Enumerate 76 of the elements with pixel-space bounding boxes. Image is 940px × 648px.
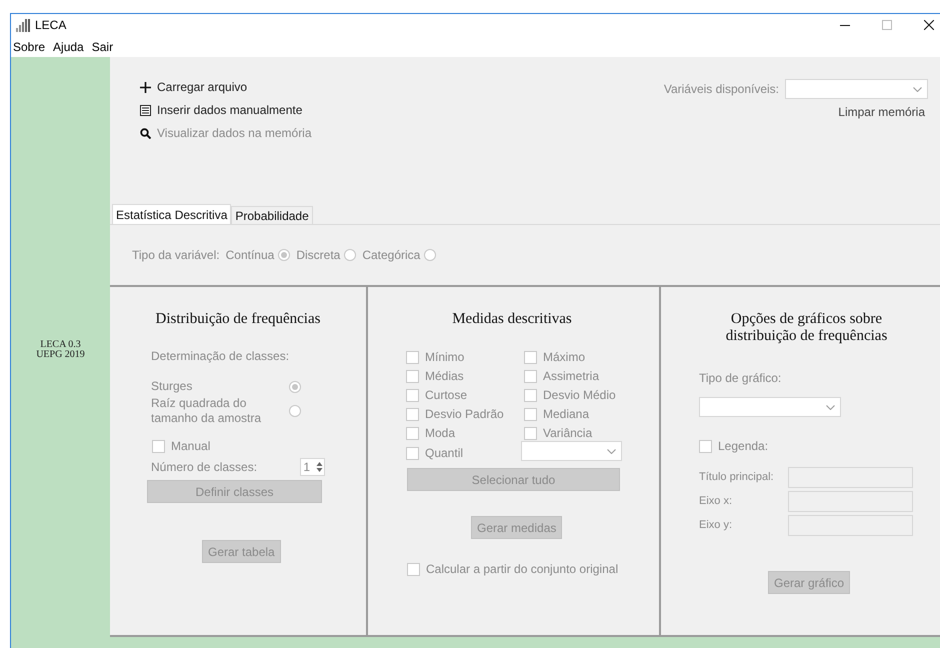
input-field[interactable] xyxy=(788,490,913,512)
radio-label: Discreta xyxy=(296,248,340,262)
chevron-down-icon xyxy=(913,86,922,92)
input-field[interactable] xyxy=(788,514,913,536)
checkbox[interactable] xyxy=(524,388,537,402)
chevron-down-icon xyxy=(826,404,835,410)
radio-label: Categórica xyxy=(362,248,420,262)
variables-label: Variáveis disponíveis: xyxy=(664,82,779,96)
checkbox[interactable] xyxy=(524,350,537,364)
checkbox[interactable] xyxy=(524,370,537,382)
checkbox-label: Manual xyxy=(171,439,210,453)
chart-type-label: Tipo de gráfico: xyxy=(699,371,782,385)
up-down-arrows-icon xyxy=(316,461,323,473)
checkbox-label: Legenda: xyxy=(718,439,768,453)
checkbox[interactable] xyxy=(524,408,537,420)
plus-icon xyxy=(140,82,151,92)
checkbox-label: Moda xyxy=(425,426,456,440)
dropdown[interactable] xyxy=(785,79,928,99)
menu-item[interactable]: Ajuda xyxy=(53,40,84,54)
checkbox-label: Desvio Padrão xyxy=(425,407,504,421)
panel-title: Medidas descritivas xyxy=(451,311,573,328)
chevron-down-icon xyxy=(607,448,616,454)
version-text: LECA 0.3 xyxy=(40,340,81,350)
checkbox-label: Médias xyxy=(425,369,464,383)
checkbox[interactable] xyxy=(524,426,537,440)
radio-button[interactable] xyxy=(289,380,301,392)
checkbox[interactable] xyxy=(699,440,712,452)
dropdown[interactable] xyxy=(521,441,622,461)
radio-label: Contínua xyxy=(226,248,274,262)
bar-chart-icon xyxy=(15,18,31,32)
checkbox[interactable] xyxy=(407,562,420,576)
clear-memory-link[interactable]: Limpar memória xyxy=(838,105,928,119)
menu-item[interactable]: Sair xyxy=(92,40,114,54)
checkbox[interactable] xyxy=(406,408,419,420)
close-icon xyxy=(924,20,934,30)
field-label: Eixo x: xyxy=(699,495,734,507)
list-icon xyxy=(140,104,151,116)
checkbox-label: Curtose xyxy=(425,388,468,402)
tab[interactable]: Estatística Descritiva xyxy=(112,204,232,224)
action-link[interactable]: Carregar arquivo xyxy=(140,79,312,95)
action-link[interactable]: Inserir dados manualmente xyxy=(140,102,312,118)
checkbox-label: Mínimo xyxy=(425,350,464,364)
checkbox[interactable] xyxy=(406,370,419,382)
radio-button[interactable] xyxy=(344,249,356,261)
checkbox-label: Mediana xyxy=(543,407,590,421)
class-count-label: Número de classes: xyxy=(151,460,258,474)
field-label: Eixo y: xyxy=(699,519,734,531)
radio-button[interactable] xyxy=(278,249,290,261)
checkbox-label: Máximo xyxy=(543,350,586,364)
checkbox-label: Desvio Médio xyxy=(543,388,616,402)
checkbox[interactable] xyxy=(406,350,419,364)
variable-type-label: Tipo da variável: xyxy=(132,248,220,262)
checkbox-label: Quantil xyxy=(425,446,464,460)
radio-button[interactable] xyxy=(289,405,301,417)
institution-text: UEPG 2019 xyxy=(36,350,85,360)
radio-button[interactable] xyxy=(424,249,436,261)
panel-title: Opções de gráficos sobre distribuição de frequências xyxy=(724,311,888,345)
maximize-icon xyxy=(882,20,892,30)
tab[interactable]: Probabilidade xyxy=(231,206,313,224)
menu-item[interactable]: Sobre xyxy=(13,40,46,54)
checkbox-label: Variância xyxy=(543,426,592,440)
dropdown[interactable] xyxy=(699,397,841,417)
field-label: Título principal: xyxy=(699,471,775,483)
input-field[interactable] xyxy=(788,466,913,488)
checkbox-label: Assimetria xyxy=(543,369,600,383)
classes-label: Determinação de classes: xyxy=(151,349,290,363)
panel-title: Distribuição de frequências xyxy=(154,311,322,328)
search-icon xyxy=(140,128,151,138)
checkbox[interactable] xyxy=(152,440,165,452)
checkbox[interactable] xyxy=(406,446,419,460)
checkbox[interactable] xyxy=(406,388,419,402)
window-title: LECA xyxy=(35,18,68,32)
radio-label: Sturges xyxy=(151,379,194,394)
radio-label: Raíz quadrada do tamanho da amostra xyxy=(151,396,262,426)
checkbox-label: Calcular a partir do conjunto original xyxy=(426,562,618,576)
checkbox[interactable] xyxy=(406,426,419,440)
